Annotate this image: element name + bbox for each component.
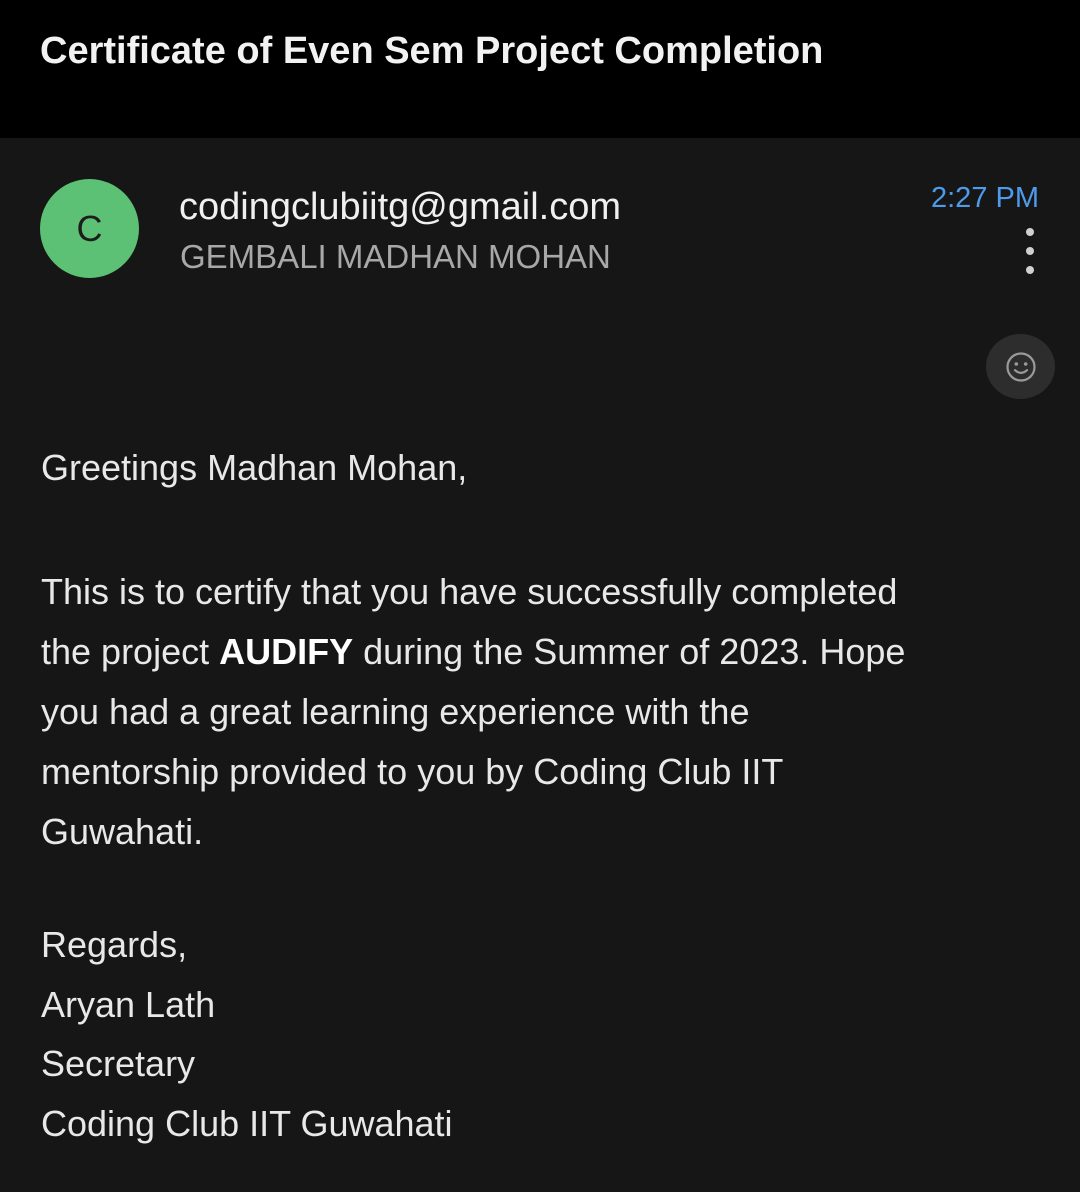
paragraph-line: mentorship provided to you by Coding Clu… xyxy=(41,751,784,792)
paragraph-line: the project AUDIFY during the Summer of … xyxy=(41,622,1041,682)
message-time: 2:27 PM xyxy=(931,182,1039,214)
signoff-text: Regards, xyxy=(41,924,188,965)
greeting-text: Greetings Madhan Mohan, xyxy=(41,447,468,488)
paragraph-line: Guwahati. xyxy=(41,811,204,852)
signer-name: Aryan Lath xyxy=(41,983,216,1025)
add-reaction-button[interactable] xyxy=(986,334,1055,399)
sender-avatar[interactable]: C xyxy=(40,179,139,278)
subject-header: Certificate of Even Sem Project Completi… xyxy=(0,0,1080,138)
paragraph-text: the project xyxy=(41,631,220,672)
certificate-paragraph: This is to certify that you have success… xyxy=(41,562,1041,862)
sender-email[interactable]: codingclubiitg@gmail.com xyxy=(179,186,621,229)
signer-title: Secretary xyxy=(41,1043,196,1084)
paragraph-line: This is to certify that you have success… xyxy=(41,571,898,612)
recipient-name[interactable]: GEMBALI MADHAN MOHAN xyxy=(180,238,611,276)
signer-organization: Coding Club IIT Guwahati xyxy=(41,1102,453,1144)
project-name: AUDIFY xyxy=(219,631,354,672)
signature-block: Regards, Aryan Lath Secretary Coding Clu… xyxy=(41,915,453,1153)
more-options-button[interactable] xyxy=(1014,228,1046,274)
more-vert-icon xyxy=(1026,228,1034,274)
add-reaction-icon xyxy=(1005,351,1036,382)
email-subject: Certificate of Even Sem Project Completi… xyxy=(40,30,824,72)
paragraph-text: during the Summer of 2023. Hope xyxy=(353,631,906,672)
avatar-letter: C xyxy=(76,207,103,249)
paragraph-line: you had a great learning experience with… xyxy=(41,691,750,732)
